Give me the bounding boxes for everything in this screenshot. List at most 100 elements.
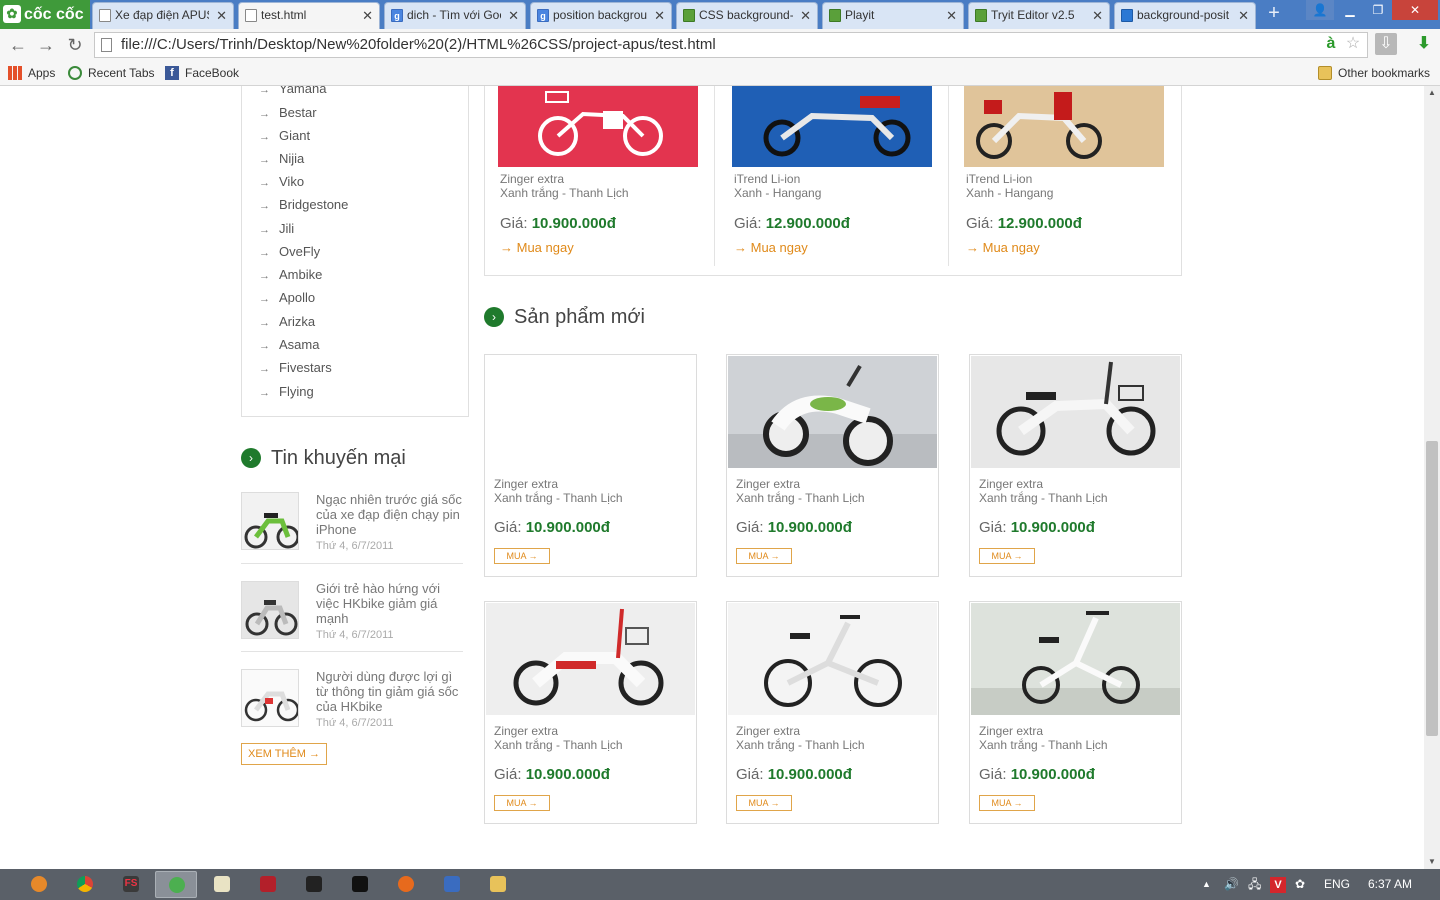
brand-link[interactable]: → Apollo	[259, 290, 315, 305]
minimize-button[interactable]: ▁	[1336, 0, 1364, 20]
taskbar-explorer[interactable]	[477, 871, 519, 898]
brand-link[interactable]: → Bridgestone	[259, 197, 348, 212]
buy-button[interactable]: MUA →	[494, 795, 550, 811]
coccoc-logo[interactable]: ✿ cốc cốc	[0, 0, 90, 29]
user-profile-icon[interactable]: 👤	[1306, 0, 1334, 20]
other-bookmarks[interactable]: Other bookmarks	[1318, 65, 1430, 81]
close-window-button[interactable]: ✕	[1392, 0, 1438, 20]
language-indicator[interactable]: ENG	[1324, 869, 1350, 900]
brand-link[interactable]: → Jili	[259, 221, 294, 236]
address-bar[interactable]: file:///C:/Users/Trinh/Desktop/New%20fol…	[94, 32, 1368, 58]
buy-now-link[interactable]: → Mua ngay	[966, 240, 1040, 255]
buy-button[interactable]: MUA →	[494, 548, 550, 564]
taskbar-coccoc-active[interactable]	[155, 871, 197, 898]
forward-arrow-icon[interactable]: →	[34, 33, 58, 57]
tab-playit[interactable]: Playit ✕	[822, 2, 964, 29]
brand-link[interactable]: → OveFly	[259, 244, 320, 259]
scroll-up-icon[interactable]: ▲	[1424, 86, 1440, 100]
product-image[interactable]	[728, 603, 937, 715]
coccoc-dictionary-icon[interactable]: à	[1320, 33, 1342, 55]
product-image[interactable]	[486, 356, 695, 468]
product-image[interactable]	[728, 356, 937, 468]
brand-link[interactable]: → Fivestars	[259, 360, 332, 375]
download-arrow-icon[interactable]: ⬇	[1413, 33, 1435, 55]
product-name[interactable]: Zinger extra Xanh trắng - Thanh Lịch	[494, 724, 623, 752]
news-item[interactable]: Giới trẻ hào hứng với việc HKbike giảm g…	[241, 581, 463, 661]
bookmark-apps[interactable]: Apps	[8, 65, 55, 81]
brand-link[interactable]: → Viko	[259, 174, 304, 189]
brand-link[interactable]: → Nijia	[259, 151, 304, 166]
buy-button[interactable]: MUA →	[736, 795, 792, 811]
close-tab-icon[interactable]: ✕	[216, 3, 227, 28]
bookmark-recent-tabs[interactable]: Recent Tabs	[68, 65, 155, 81]
tab-test-html[interactable]: test.html ✕	[238, 2, 380, 29]
restore-button[interactable]: ❐	[1364, 0, 1392, 20]
product-name[interactable]: Zinger extra Xanh trắng - Thanh Lịch	[736, 724, 865, 752]
product-name[interactable]: iTrend Li-ion Xanh - Hangang	[734, 172, 821, 200]
product-image[interactable]	[498, 86, 698, 167]
close-tab-icon[interactable]: ✕	[800, 3, 811, 28]
buy-button[interactable]: MUA →	[979, 548, 1035, 564]
tab-position-background[interactable]: g position backgrou ✕	[530, 2, 672, 29]
see-more-button[interactable]: XEM THÊM →	[241, 743, 327, 765]
product-name[interactable]: iTrend Li-ion Xanh - Hangang	[966, 172, 1053, 200]
brand-link[interactable]: → Flying	[259, 384, 314, 399]
tray-expand-icon[interactable]: ▲	[1202, 869, 1211, 900]
tab-tryit-editor[interactable]: Tryit Editor v2.5 ✕	[968, 2, 1110, 29]
taskbar-coccoc[interactable]	[18, 871, 60, 898]
close-tab-icon[interactable]: ✕	[654, 3, 665, 28]
clock[interactable]: 6:37 AM	[1368, 869, 1412, 900]
news-item[interactable]: Ngạc nhiên trước giá sốc của xe đạp điện…	[241, 492, 463, 572]
brand-link[interactable]: → Yamaha	[259, 86, 326, 96]
product-name[interactable]: Zinger extra Xanh trắng - Thanh Lịch	[494, 477, 623, 505]
new-tab-button[interactable]: +	[1262, 3, 1286, 24]
tab-background-position[interactable]: background-posit ✕	[1114, 2, 1256, 29]
brand-link[interactable]: → Ambike	[259, 267, 322, 282]
close-tab-icon[interactable]: ✕	[946, 3, 957, 28]
product-image[interactable]	[964, 86, 1164, 167]
product-name[interactable]: Zinger extra Xanh trắng - Thanh Lịch	[736, 477, 865, 505]
download-page-icon[interactable]: ⇩	[1375, 33, 1397, 55]
brand-link[interactable]: → Asama	[259, 337, 319, 352]
taskbar-app-dark[interactable]	[293, 871, 335, 898]
scrollbar-thumb[interactable]	[1426, 441, 1438, 736]
product-image[interactable]	[971, 603, 1180, 715]
taskbar-app-terminal[interactable]	[339, 871, 381, 898]
news-item[interactable]: Người dùng được lợi gì từ thông tin giảm…	[241, 669, 463, 749]
reload-icon[interactable]: ↻	[63, 33, 87, 57]
bookmark-facebook[interactable]: f FaceBook	[165, 65, 239, 81]
close-tab-icon[interactable]: ✕	[1092, 3, 1103, 28]
back-arrow-icon[interactable]: ←	[6, 33, 30, 57]
buy-button[interactable]: MUA →	[979, 795, 1035, 811]
taskbar-app-red[interactable]	[247, 871, 289, 898]
product-image[interactable]	[486, 603, 695, 715]
volume-icon[interactable]: 🔊	[1224, 869, 1239, 900]
product-name[interactable]: Zinger extra Xanh trắng - Thanh Lịch	[979, 724, 1108, 752]
tab-dich[interactable]: g dich - Tìm với Goo ✕	[384, 2, 526, 29]
taskbar-fs[interactable]: FS	[110, 871, 152, 898]
taskbar-notepad[interactable]	[201, 871, 243, 898]
buy-now-link[interactable]: → Mua ngay	[734, 240, 808, 255]
tab-xe-dap-dien[interactable]: Xe đạp điện APUS ✕	[92, 2, 234, 29]
bookmark-star-icon[interactable]: ☆	[1342, 33, 1364, 55]
unikey-icon[interactable]: ✿	[1295, 869, 1305, 900]
scroll-down-icon[interactable]: ▼	[1424, 855, 1440, 869]
close-tab-icon[interactable]: ✕	[362, 3, 373, 28]
close-tab-icon[interactable]: ✕	[1238, 3, 1249, 28]
brand-link[interactable]: → Arizka	[259, 314, 315, 329]
antivirus-icon[interactable]: V	[1270, 869, 1286, 900]
tab-css-background[interactable]: CSS background-p ✕	[676, 2, 818, 29]
taskbar-chrome[interactable]	[64, 871, 106, 898]
product-name[interactable]: Zinger extra Xanh trắng - Thanh Lịch	[979, 477, 1108, 505]
buy-button[interactable]: MUA →	[736, 548, 792, 564]
taskbar-firefox[interactable]	[385, 871, 427, 898]
product-name[interactable]: Zinger extra Xanh trắng - Thanh Lịch	[500, 172, 629, 200]
taskbar-display[interactable]	[431, 871, 473, 898]
network-icon[interactable]: 🖧	[1248, 869, 1261, 900]
brand-link[interactable]: → Giant	[259, 128, 310, 143]
product-image[interactable]	[732, 86, 932, 167]
close-tab-icon[interactable]: ✕	[508, 3, 519, 28]
product-image[interactable]	[971, 356, 1180, 468]
buy-now-link[interactable]: → Mua ngay	[500, 240, 574, 255]
brand-link[interactable]: → Bestar	[259, 105, 317, 120]
